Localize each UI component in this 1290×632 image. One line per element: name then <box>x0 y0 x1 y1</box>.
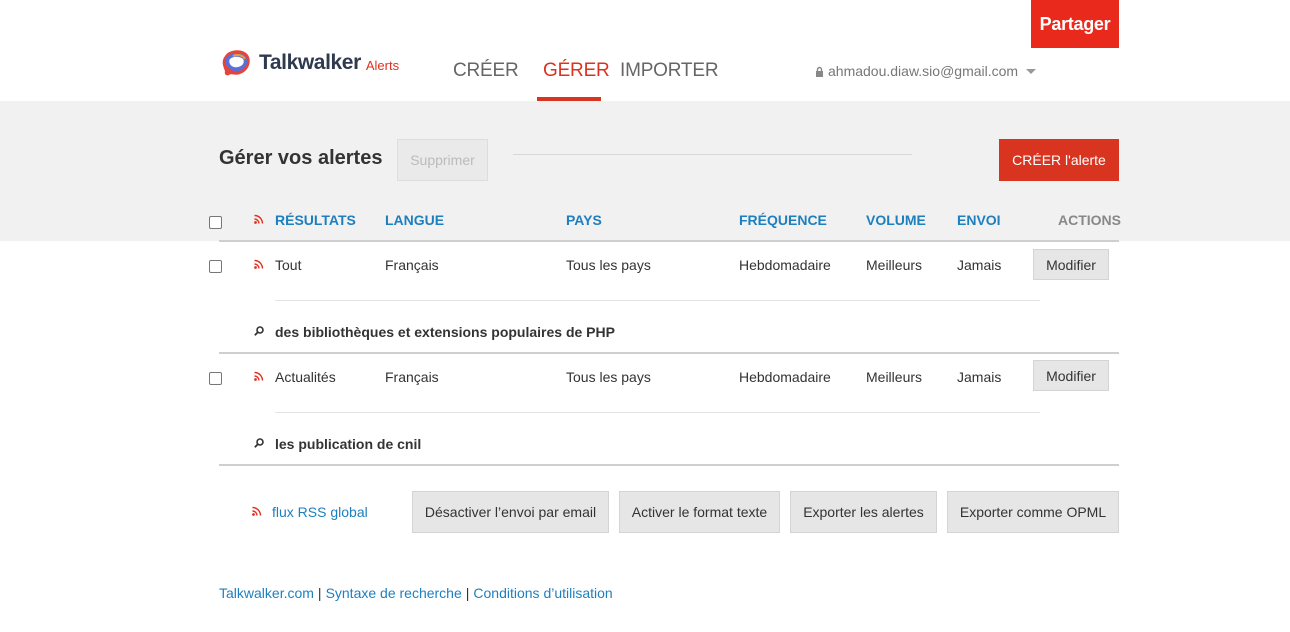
row-delivery: Jamais <box>957 257 1002 273</box>
tab-create[interactable]: CRÉER <box>453 60 519 82</box>
row-checkbox[interactable] <box>209 260 222 273</box>
column-header-actions: ACTIONS <box>1058 212 1121 228</box>
brand-suffix: Alerts <box>365 57 400 73</box>
footer-separator: | <box>317 585 322 601</box>
row-divider <box>275 412 1040 413</box>
create-alert-button[interactable]: CRÉER l'alerte <box>999 139 1119 181</box>
row-results: Tout <box>275 257 302 273</box>
search-icon <box>254 326 264 336</box>
column-header-frequency[interactable]: FRÉQUENCE <box>739 212 827 228</box>
select-all-checkbox[interactable] <box>209 216 222 229</box>
talkwalker-logo[interactable]: Talkwalker Alerts <box>219 46 399 80</box>
row-divider <box>275 300 1040 301</box>
search-icon <box>254 438 264 448</box>
table-bottom-divider <box>219 464 1119 466</box>
talkwalker-logo-icon <box>222 50 250 76</box>
chevron-down-icon <box>1026 68 1037 74</box>
lock-icon <box>816 66 823 77</box>
column-header-country[interactable]: PAYS <box>566 212 602 228</box>
row-country: Tous les pays <box>566 257 651 273</box>
footer-link-terms[interactable]: Conditions d’utilisation <box>473 585 612 601</box>
page-title: Gérer vos alertes <box>219 147 383 169</box>
rss-icon[interactable] <box>254 259 264 269</box>
row-country: Tous les pays <box>566 369 651 385</box>
delete-button[interactable]: Supprimer <box>397 139 488 181</box>
row-volume: Meilleurs <box>866 257 923 273</box>
brand-name: Talkwalker <box>259 51 361 74</box>
modify-button[interactable]: Modifier <box>1033 360 1109 391</box>
modify-button[interactable]: Modifier <box>1033 249 1109 280</box>
rss-icon[interactable] <box>254 371 264 381</box>
footer-link-talkwalker[interactable]: Talkwalker.com <box>219 585 314 601</box>
footer-separator: | <box>465 585 470 601</box>
tab-import[interactable]: IMPORTER <box>620 60 719 82</box>
column-header-delivery[interactable]: ENVOI <box>957 212 1001 228</box>
text-format-button[interactable]: Activer le format texte <box>619 491 780 533</box>
row-frequency: Hebdomadaire <box>739 257 831 273</box>
disable-email-button[interactable]: Désactiver l’envoi par email <box>412 491 609 533</box>
row-volume: Meilleurs <box>866 369 923 385</box>
row-frequency: Hebdomadaire <box>739 369 831 385</box>
row-checkbox[interactable] <box>209 372 222 385</box>
column-header-volume[interactable]: VOLUME <box>866 212 926 228</box>
column-header-language[interactable]: LANGUE <box>385 212 444 228</box>
row-language: Français <box>385 257 439 273</box>
footer: Talkwalker.com | Syntaxe de recherche | Cond… <box>219 585 613 601</box>
export-opml-button[interactable]: Exporter comme OPML <box>947 491 1119 533</box>
footer-link-search-syntax[interactable]: Syntaxe de recherche <box>326 585 462 601</box>
alert-query[interactable]: les publication de cnil <box>275 436 421 452</box>
row-language: Français <box>385 369 439 385</box>
export-alerts-button[interactable]: Exporter les alertes <box>790 491 937 533</box>
tab-manage[interactable]: GÉRER <box>543 60 610 82</box>
rss-icon <box>254 214 264 224</box>
column-header-results[interactable]: RÉSULTATS <box>275 212 356 228</box>
row-delivery: Jamais <box>957 369 1002 385</box>
alert-query[interactable]: des bibliothèques et extensions populair… <box>275 324 615 340</box>
account-menu[interactable]: ahmadou.diaw.sio@gmail.com <box>815 63 1037 79</box>
account-email: ahmadou.diaw.sio@gmail.com <box>828 63 1019 79</box>
table-header-divider <box>219 240 1119 242</box>
divider <box>513 154 912 155</box>
rss-icon <box>252 506 262 516</box>
global-rss-link[interactable]: flux RSS global <box>272 504 368 520</box>
row-separator <box>219 352 1119 354</box>
row-results: Actualités <box>275 369 336 385</box>
share-button[interactable]: Partager <box>1031 0 1119 48</box>
